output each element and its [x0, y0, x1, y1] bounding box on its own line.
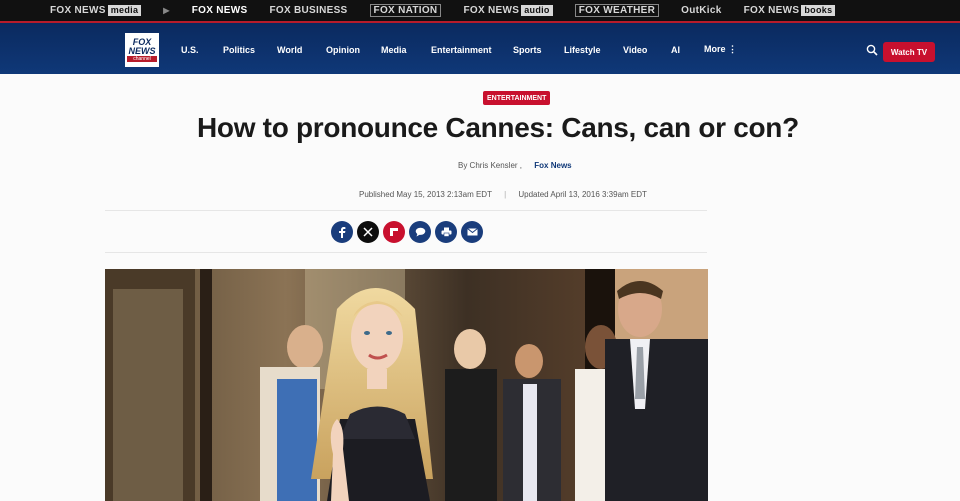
brand-fox-news-audio-link[interactable]: FOX NEWS audio	[463, 5, 553, 16]
nav-item-ai[interactable]: AI	[671, 45, 704, 55]
source-link[interactable]: Fox News	[534, 161, 571, 170]
author-link[interactable]: By Chris Kensler ,	[458, 161, 522, 170]
brand-fox-weather-link[interactable]: FOX WEATHER	[574, 4, 660, 17]
logo-text-channel: channel	[127, 56, 157, 62]
fox-news-logo[interactable]: FOX NEWS channel	[125, 33, 159, 67]
article-dates: Published May 15, 2013 2:13am EDT | Upda…	[359, 190, 647, 199]
divider	[105, 252, 707, 253]
watch-tv-button[interactable]: Watch TV	[883, 42, 935, 62]
logo-text-news: NEWS	[128, 46, 156, 56]
photo-illustration	[105, 269, 708, 501]
updated-date: Updated April 13, 2016 3:39am EDT	[518, 190, 647, 199]
nav-item-politics[interactable]: Politics	[223, 45, 277, 55]
nav-item-world[interactable]: World	[277, 45, 326, 55]
article-lead-photo	[105, 269, 708, 501]
x-icon[interactable]	[357, 221, 379, 243]
comment-icon[interactable]	[409, 221, 431, 243]
article-title: How to pronounce Cannes: Cans, can or co…	[197, 112, 799, 143]
nav-item-opinion[interactable]: Opinion	[326, 45, 381, 55]
share-bar	[331, 221, 483, 243]
category-tag[interactable]: ENTERTAINMENT	[483, 91, 551, 105]
nav-item-lifestyle[interactable]: Lifestyle	[564, 45, 623, 55]
brand-fox-news-link[interactable]: FOX NEWS	[192, 5, 248, 16]
nav-item-us[interactable]: U.S.	[181, 45, 223, 55]
main-navigation: FOX NEWS channel U.S. Politics World Opi…	[0, 21, 960, 74]
divider	[105, 210, 707, 211]
flipboard-icon[interactable]	[383, 221, 405, 243]
brand-fox-nation-link[interactable]: FOX NATION	[369, 4, 442, 17]
email-icon[interactable]	[461, 221, 483, 243]
nav-item-video[interactable]: Video	[623, 45, 671, 55]
print-icon[interactable]	[435, 221, 457, 243]
facebook-icon[interactable]	[331, 221, 353, 243]
published-date: Published May 15, 2013 2:13am EDT	[359, 190, 492, 199]
network-brand-bar: FOX NEWS media ▶ FOX NEWS FOX BUSINESS FO…	[0, 0, 960, 21]
nav-links: U.S. Politics World Opinion Media Entert…	[181, 23, 737, 76]
byline: By Chris Kensler , Fox News	[458, 161, 572, 170]
brand-outkick-link[interactable]: OutKick	[681, 5, 721, 16]
nav-item-entertainment[interactable]: Entertainment	[431, 45, 513, 55]
date-separator: |	[504, 190, 507, 199]
search-icon[interactable]	[866, 44, 878, 56]
nav-item-media[interactable]: Media	[381, 45, 431, 55]
play-icon: ▶	[163, 6, 170, 15]
nav-item-sports[interactable]: Sports	[513, 45, 564, 55]
brand-fox-news-books-link[interactable]: FOX NEWS books	[744, 5, 836, 16]
brand-fox-business-link[interactable]: FOX BUSINESS	[269, 5, 347, 16]
nav-item-more[interactable]: More ⋮	[704, 44, 737, 55]
brand-fox-news-media-link[interactable]: FOX NEWS media	[50, 5, 142, 16]
